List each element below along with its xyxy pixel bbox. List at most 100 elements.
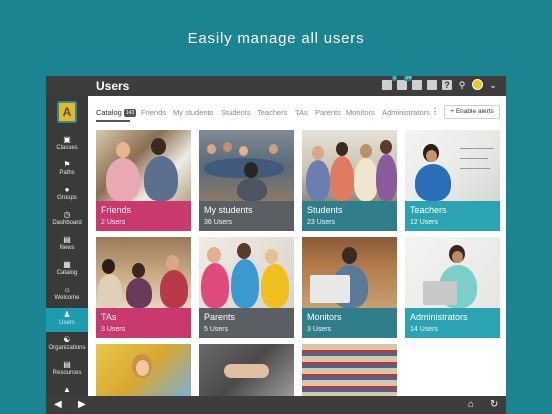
back-arrow-icon[interactable]: ◀ xyxy=(54,399,62,410)
card-name: Students xyxy=(307,205,343,215)
group-card-parents[interactable]: Parents 5 Users xyxy=(199,237,294,338)
notifications-icon[interactable]: 1 xyxy=(382,76,397,90)
card-name: My students xyxy=(204,205,253,215)
chevron-down-icon[interactable]: ⌄ xyxy=(488,80,498,90)
organizations-icon: ☯ xyxy=(63,335,71,344)
sidebar-item-label: Users xyxy=(59,320,75,326)
sidebar-item-label: Classes xyxy=(56,145,78,151)
administrators-photo xyxy=(405,237,500,308)
tab-catalog[interactable]: Catalog 143 xyxy=(96,108,137,117)
top-bar: Users 1 24 ? ⚲ ⌄ xyxy=(46,76,506,96)
sidebar-item-label: Welcome xyxy=(54,295,80,301)
sidebar-item-label: Resources xyxy=(52,370,82,376)
resources-icon: ▤ xyxy=(63,360,71,369)
bottom-bar: ◀ ▶ ⌂ ↻ xyxy=(46,396,506,414)
card-count: 36 Users xyxy=(204,219,233,226)
sidebar-item-dashboard[interactable]: ◷ Dashboard xyxy=(46,208,88,232)
sidebar-item-groups[interactable]: ● Groups xyxy=(46,183,88,207)
group-card-monitors[interactable]: Monitors 3 Users xyxy=(302,237,397,338)
card-count: 23 Users xyxy=(307,219,336,226)
sidebar-item-label: News xyxy=(59,245,75,251)
card-count: 14 Users xyxy=(410,326,439,333)
parents-photo xyxy=(199,237,294,308)
group-card-tas[interactable]: TAs 3 Users xyxy=(96,237,191,338)
search-icon[interactable]: ⚲ xyxy=(457,80,467,90)
sidebar-item-more[interactable]: ▲ xyxy=(46,383,88,396)
sidebar-item-label: Organizations xyxy=(48,345,86,351)
refresh-icon[interactable]: ↻ xyxy=(490,399,498,410)
group-card-administrators[interactable]: Administrators 14 Users xyxy=(405,237,500,338)
card-label: Teachers 12 Users xyxy=(405,201,500,231)
monitors-photo xyxy=(302,237,397,308)
home-icon[interactable]: ⌂ xyxy=(468,399,474,410)
card-photo xyxy=(199,344,294,396)
sidebar-item-paths[interactable]: ⚑ Paths xyxy=(46,158,88,182)
group-card-my-students[interactable]: My students 36 Users xyxy=(199,130,294,231)
card-label: Administrators 14 Users xyxy=(405,308,500,338)
news-icon: ▤ xyxy=(63,235,71,244)
sidebar-item-catalog[interactable]: ▦ Catalog xyxy=(46,258,88,282)
forward-arrow-icon[interactable]: ▶ xyxy=(78,399,86,410)
catalog-icon: ▦ xyxy=(63,260,71,269)
trash-icon[interactable] xyxy=(427,79,437,90)
headline: Easily manage all users xyxy=(187,30,365,47)
tab-administrators[interactable]: Administrators xyxy=(382,108,430,117)
tab-teachers[interactable]: Teachers xyxy=(257,108,287,117)
sidebar-item-label: Dashboard xyxy=(52,220,82,226)
card-label: Students 23 Users xyxy=(302,201,397,231)
tas-photo xyxy=(96,237,191,308)
sidebar: A ▣ Classes ⚑ Paths ● Groups ◷ Dashboard ▤ Ne… xyxy=(46,96,88,396)
group-card-students[interactable]: Students 23 Users xyxy=(302,130,397,231)
sidebar-item-label: Paths xyxy=(59,170,75,176)
card-label: Friends 2 Users xyxy=(96,201,191,231)
card-count: 3 Users xyxy=(307,326,332,333)
group-card-teachers[interactable]: Teachers 12 Users xyxy=(405,130,500,231)
sidebar-item-resources[interactable]: ▤ Resources xyxy=(46,358,88,382)
tab-friends[interactable]: Friends xyxy=(141,108,166,117)
sidebar-item-label: Catalog xyxy=(56,270,78,276)
card-photo xyxy=(302,344,397,396)
group-card-partial[interactable] xyxy=(96,344,191,396)
help-icon[interactable]: ? xyxy=(442,79,452,90)
user-avatar[interactable] xyxy=(472,79,483,90)
tab-tas[interactable]: TAs xyxy=(295,108,308,117)
classes-icon: ▣ xyxy=(63,135,71,144)
card-name: Administrators xyxy=(410,312,468,322)
messages-icon[interactable]: 24 xyxy=(397,76,412,90)
teachers-photo xyxy=(405,130,500,201)
tab-label: Catalog xyxy=(96,108,122,117)
group-card-partial[interactable] xyxy=(302,344,397,396)
dashboard-icon: ◷ xyxy=(63,210,71,219)
paths-icon: ⚑ xyxy=(63,160,71,169)
sidebar-item-classes[interactable]: ▣ Classes xyxy=(46,133,88,157)
tab-monitors[interactable]: Monitors xyxy=(346,108,375,117)
app-logo[interactable]: A xyxy=(57,101,77,123)
card-name: Teachers xyxy=(410,205,447,215)
group-card-partial[interactable] xyxy=(199,344,294,396)
groups-icon: ● xyxy=(64,185,70,194)
users-icon: ♟ xyxy=(63,310,71,319)
card-label: My students 36 Users xyxy=(199,201,294,231)
top-bar-actions: 1 24 ? ⚲ ⌄ xyxy=(382,76,498,90)
card-name: Friends xyxy=(101,205,132,215)
more-options-icon[interactable]: ⋮ xyxy=(431,107,439,116)
sidebar-item-news[interactable]: ▤ News xyxy=(46,233,88,257)
group-card-friends[interactable]: Friends 2 Users xyxy=(96,130,191,231)
catalog-count-badge: 143 xyxy=(123,109,137,117)
enable-alerts-button[interactable]: + Enable alerts xyxy=(444,105,500,119)
sidebar-item-welcome[interactable]: ☼ Welcome xyxy=(46,283,88,307)
card-photo xyxy=(96,344,191,396)
page-title: Users xyxy=(96,79,130,93)
tab-parents[interactable]: Parents xyxy=(315,108,341,117)
app-window: Users 1 24 ? ⚲ ⌄ A ▣ Classes ⚑ Paths ● Grou… xyxy=(46,76,506,414)
tab-my-students[interactable]: My students xyxy=(173,108,213,117)
card-label: Parents 5 Users xyxy=(199,308,294,338)
sidebar-item-users[interactable]: ♟ Users xyxy=(46,308,88,332)
welcome-icon: ☼ xyxy=(63,285,71,294)
card-name: TAs xyxy=(101,312,117,322)
sidebar-item-organizations[interactable]: ☯ Organizations xyxy=(46,333,88,357)
list-icon[interactable] xyxy=(412,79,422,90)
tab-students[interactable]: Students xyxy=(221,108,251,117)
card-label: Monitors 3 Users xyxy=(302,308,397,338)
card-name: Monitors xyxy=(307,312,342,322)
